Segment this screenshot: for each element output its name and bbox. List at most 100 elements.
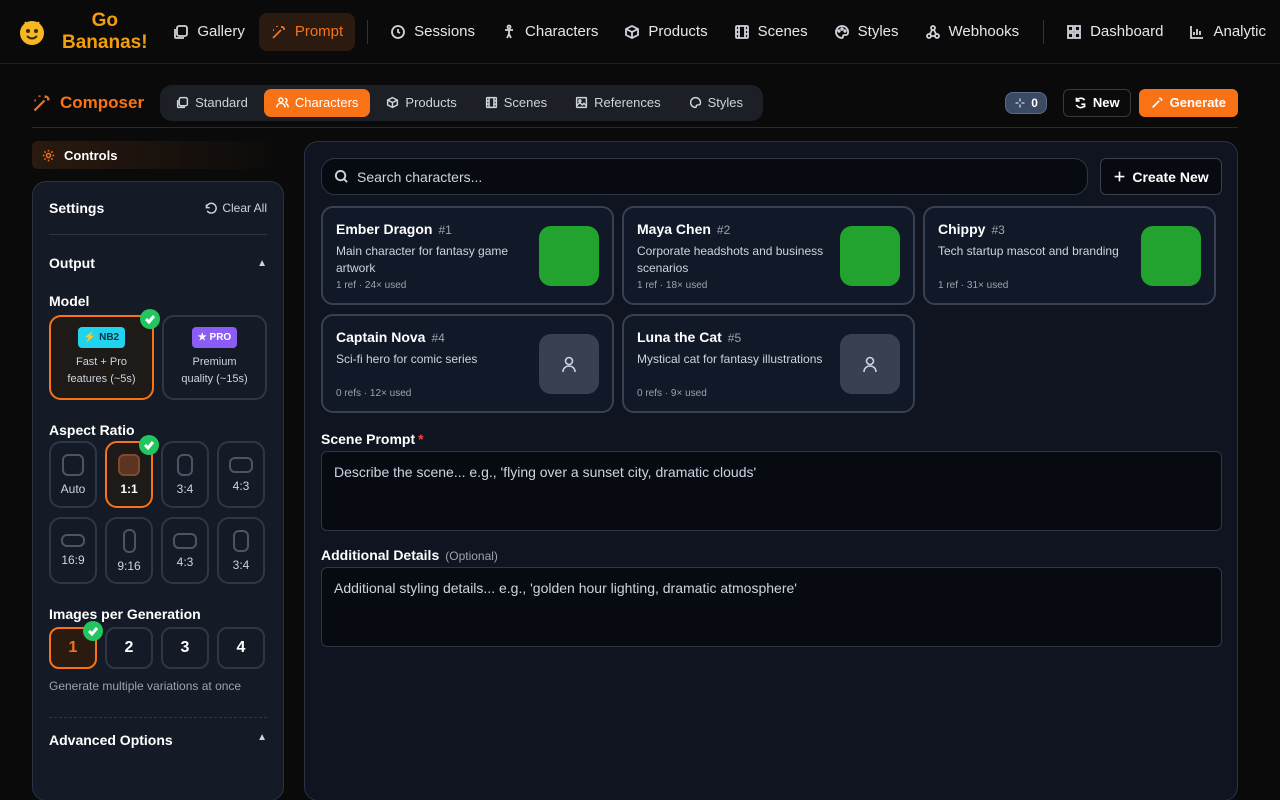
film-icon: [485, 96, 497, 109]
palette-icon: [689, 96, 701, 109]
images-per-generation-label: Images per Generation: [49, 606, 201, 622]
nav-analytics[interactable]: Analytic: [1177, 13, 1278, 51]
aspect-label: 1:1: [120, 481, 138, 496]
controls-header[interactable]: Controls: [32, 141, 284, 169]
images-option-2[interactable]: 2: [105, 627, 153, 669]
tab-products[interactable]: Products: [374, 89, 468, 117]
images-option-1[interactable]: 1: [49, 621, 103, 669]
character-grid: Ember Dragon #1 Main character for fantas…: [321, 206, 1217, 413]
additional-details-textarea[interactable]: Additional styling details... e.g., 'gol…: [321, 567, 1222, 647]
tab-styles[interactable]: Styles: [677, 89, 755, 117]
app-name-line1: Go: [91, 9, 118, 31]
gear-icon: [42, 149, 55, 161]
character-description: Tech startup mascot and branding: [938, 244, 1119, 258]
generate-button[interactable]: Generate: [1138, 88, 1238, 117]
character-card[interactable]: Luna the Cat #5 Mystical cat for fantasy …: [622, 314, 915, 413]
users-icon: [275, 97, 289, 108]
model-option-nb2[interactable]: ⚡ NB2 Fast + Pro features (~5s): [49, 309, 160, 400]
generate-button-label: Generate: [1169, 95, 1226, 110]
nav-products[interactable]: Products: [612, 13, 719, 51]
model-selector: ⚡ NB2 Fast + Pro features (~5s) ★ PRO Pr…: [49, 309, 267, 400]
images-option-label: 1: [68, 639, 78, 656]
tab-scenes[interactable]: Scenes: [473, 89, 559, 117]
aspect-9-16[interactable]: 9:16: [105, 517, 153, 584]
clear-all-label: Clear All: [222, 201, 267, 215]
images-option-label: 4: [236, 639, 246, 656]
nav-sessions-label: Sessions: [414, 23, 476, 40]
character-name: Chippy: [938, 221, 986, 237]
aspect-label: 3:4: [232, 557, 250, 572]
nav-styles[interactable]: Styles: [822, 13, 911, 51]
check-icon: [83, 621, 103, 641]
character-thumbnail-placeholder: [539, 334, 599, 394]
character-card[interactable]: Ember Dragon #1 Main character for fantas…: [321, 206, 614, 305]
tab-characters-label: Characters: [294, 95, 359, 110]
model-desc-line2: quality (~15s): [181, 373, 248, 385]
character-search-input[interactable]: Search characters...: [321, 158, 1088, 195]
model-desc-line1: Premium: [192, 356, 237, 368]
aspect-3-4-alt[interactable]: 3:4: [217, 517, 265, 584]
nav-prompt[interactable]: Prompt: [258, 12, 356, 51]
character-name: Ember Dragon: [336, 221, 433, 237]
nav-sessions[interactable]: Sessions: [378, 13, 487, 51]
wand-icon: [33, 95, 50, 111]
credits-counter[interactable]: 0: [1005, 91, 1047, 114]
aspect-label: 4:3: [232, 478, 250, 493]
aspect-4-3-alt[interactable]: 4:3: [161, 517, 209, 584]
tab-standard[interactable]: Standard: [164, 89, 260, 117]
clear-all-button[interactable]: Clear All: [204, 201, 267, 215]
tab-references[interactable]: References: [563, 89, 672, 117]
tab-characters[interactable]: Characters: [263, 88, 371, 117]
character-number: #5: [727, 331, 742, 345]
palette-icon: [834, 24, 849, 39]
aspect-1-1[interactable]: 1:1: [105, 435, 159, 508]
nav-gallery[interactable]: Gallery: [161, 13, 257, 51]
model-desc-line2: features (~5s): [67, 373, 136, 385]
box-icon: [387, 96, 399, 109]
tab-scenes-label: Scenes: [503, 95, 548, 110]
nav-gallery-label: Gallery: [197, 23, 245, 40]
plus-icon: [1114, 171, 1125, 182]
new-button[interactable]: New: [1062, 88, 1131, 117]
aspect-auto[interactable]: Auto: [49, 441, 97, 508]
create-new-button[interactable]: Create New: [1100, 158, 1222, 195]
wand-icon: [1151, 97, 1162, 108]
nav-characters[interactable]: Characters: [489, 13, 610, 51]
characters-panel: Search characters... Create New Ember Dr…: [304, 141, 1238, 800]
model-option-pro[interactable]: ★ PRO Premium quality (~15s): [162, 315, 267, 400]
required-marker: *: [418, 431, 424, 447]
character-thumbnail: [840, 226, 900, 286]
user-icon: [562, 356, 576, 373]
scene-prompt-textarea[interactable]: Describe the scene... e.g., 'flying over…: [321, 451, 1222, 531]
settings-header: Settings Clear All: [49, 182, 267, 235]
model-label: Model: [49, 293, 90, 309]
images-hint: Generate multiple variations at once: [49, 679, 242, 693]
character-number: #3: [991, 223, 1005, 237]
images-option-3[interactable]: 3: [161, 627, 209, 669]
aspect-label: 4:3: [176, 554, 194, 569]
output-section-toggle[interactable]: Output ▲: [49, 255, 267, 271]
character-card[interactable]: Maya Chen #2 Corporate headshots and busi…: [622, 206, 915, 305]
app-logo[interactable]: Go Bananas!: [16, 10, 161, 54]
pro-badge: ★ PRO: [191, 327, 238, 348]
clock-icon: [391, 24, 406, 39]
character-card[interactable]: Captain Nova #4 Sci-fi hero for comic ser…: [321, 314, 614, 413]
user-icon: [863, 356, 877, 373]
top-nav: Go Bananas! Gallery Prompt Sessions Char…: [0, 0, 1280, 64]
image-icon: [576, 96, 588, 109]
aspect-4-3[interactable]: 4:3: [217, 441, 265, 508]
scene-prompt-label: Scene Prompt *: [321, 431, 424, 447]
nav-scenes[interactable]: Scenes: [722, 13, 820, 51]
wand-icon: [272, 25, 285, 39]
images-option-4[interactable]: 4: [217, 627, 265, 669]
nav-webhooks[interactable]: Webhooks: [913, 13, 1032, 51]
aspect-16-9[interactable]: 16:9: [49, 517, 97, 584]
advanced-options-toggle[interactable]: Advanced Options ▲: [49, 717, 267, 748]
grid-icon: [1067, 24, 1081, 39]
aspect-shape-icon: [173, 532, 197, 549]
composer-tabs: Standard Characters Products Scenes Refe…: [160, 84, 763, 121]
nav-dashboard[interactable]: Dashboard: [1054, 13, 1175, 51]
aspect-3-4[interactable]: 3:4: [161, 441, 209, 508]
character-description: Main character for fantasy game artwork: [336, 244, 509, 275]
character-card[interactable]: Chippy #3 Tech startup mascot and brandin…: [923, 206, 1216, 305]
